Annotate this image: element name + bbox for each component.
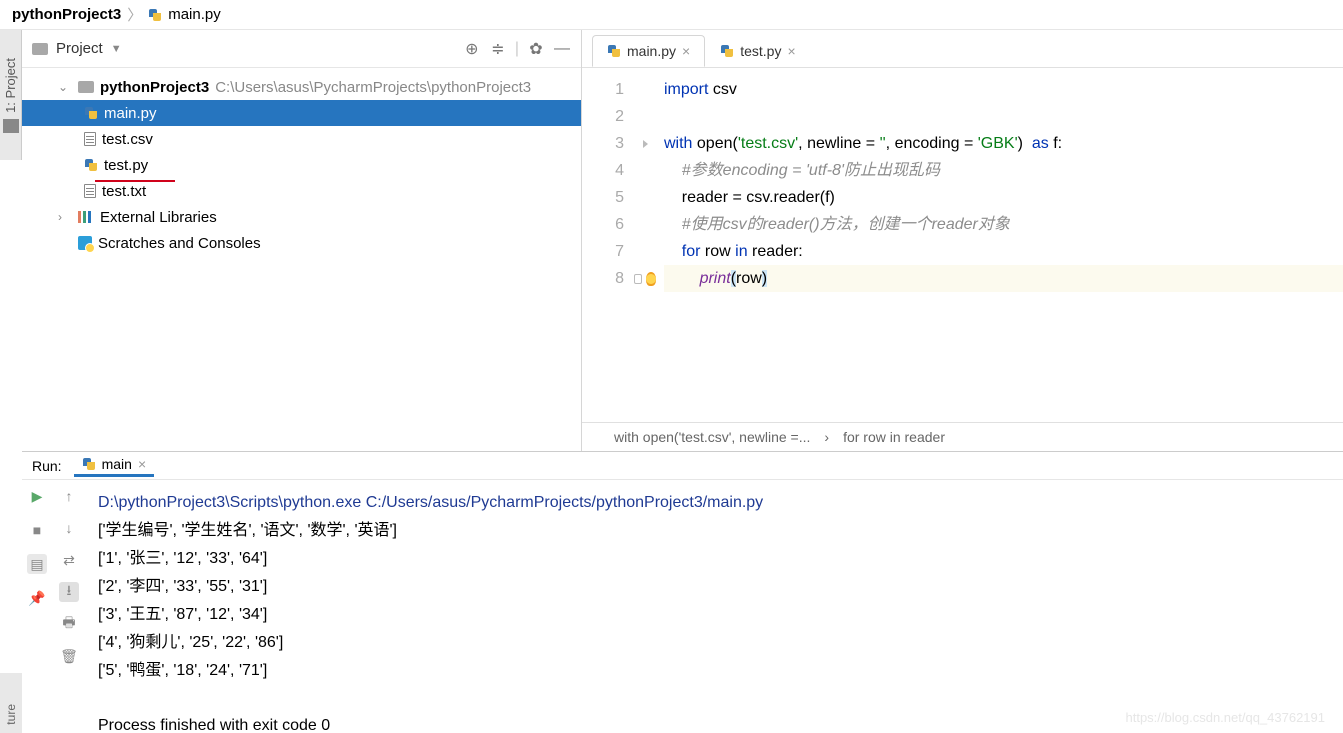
console-line: ['2', '李四', '33', '55', '31'] — [98, 578, 267, 595]
console-line: ['1', '张三', '12', '33', '64'] — [98, 550, 267, 567]
locate-icon[interactable]: ⊕ — [463, 40, 481, 58]
project-root-path: C:\Users\asus\PycharmProjects\pythonProj… — [215, 79, 531, 96]
console-line: ['学生编号', '学生姓名', '语文', '数学', '英语'] — [98, 522, 397, 539]
python-file-icon — [148, 8, 162, 22]
scroll-end-icon[interactable]: ⭳ — [59, 582, 79, 602]
run-side-toolbar-2: ↑ ↓ ⇄ ⭳ 🖶 🗑 — [52, 480, 86, 733]
external-label: External Libraries — [100, 209, 217, 226]
gear-icon[interactable]: ✿ — [527, 40, 545, 58]
close-icon[interactable]: × — [787, 43, 795, 59]
run-panel: Run: main × ▶ ■ ▤ 📌 ↑ ↓ ⇄ ⭳ 🖶 🗑 D:\pytho… — [22, 451, 1343, 733]
python-file-icon — [720, 44, 734, 58]
code-editor[interactable]: 12345678 import csv with open('test.csv'… — [582, 68, 1343, 422]
project-tab-icon — [3, 119, 19, 133]
chevron-right-icon: › — [824, 429, 829, 445]
intention-bulb-icon[interactable] — [646, 272, 656, 286]
watermark: https://blog.csdn.net/qq_43762191 — [1126, 710, 1326, 725]
project-pane: Project ▼ ⊕ ≑ | ✿ — ⌄ pythonProject3 C:\… — [22, 30, 582, 451]
up-arrow-icon[interactable]: ↑ — [59, 486, 79, 506]
text-file-icon — [84, 132, 96, 146]
console-line: ['3', '王五', '87', '12', '34'] — [98, 606, 267, 623]
run-tab-label: main — [102, 456, 132, 472]
chevron-down-icon[interactable]: ⌄ — [58, 80, 72, 94]
breadcrumb-file[interactable]: main.py — [168, 6, 221, 23]
bottom-tab-label: ture — [4, 704, 18, 725]
scratches-consoles[interactable]: › Scratches and Consoles — [22, 230, 581, 256]
crumb-with[interactable]: with open('test.csv', newline =... — [614, 429, 810, 445]
project-root[interactable]: ⌄ pythonProject3 C:\Users\asus\PycharmPr… — [22, 74, 581, 100]
file-main-py[interactable]: main.py — [22, 100, 581, 126]
file-test-py[interactable]: test.py — [22, 152, 581, 178]
file-label: test.py — [104, 157, 148, 174]
file-test-csv[interactable]: test.csv — [22, 126, 581, 152]
scratch-icon — [78, 236, 92, 250]
breadcrumb-project[interactable]: pythonProject3 — [12, 6, 121, 23]
console-line: ['4', '狗剩儿', '25', '22', '86'] — [98, 634, 283, 651]
project-tab-label: 1: Project — [3, 58, 18, 113]
close-icon[interactable]: × — [682, 43, 690, 59]
tab-test-py[interactable]: test.py × — [705, 35, 810, 67]
external-libraries[interactable]: › External Libraries — [22, 204, 581, 230]
python-file-icon — [84, 158, 98, 172]
project-tree: ⌄ pythonProject3 C:\Users\asus\PycharmPr… — [22, 68, 581, 451]
chevron-right-icon: 〉 — [127, 4, 142, 25]
bottom-left-tab[interactable]: ture — [0, 673, 22, 733]
code-content[interactable]: import csv with open('test.csv', newline… — [656, 68, 1343, 422]
project-toolbar: Project ▼ ⊕ ≑ | ✿ — — [22, 30, 581, 68]
stop-icon[interactable]: ■ — [27, 520, 47, 540]
run-label: Run: — [32, 458, 62, 474]
folder-icon — [78, 81, 94, 93]
scratches-label: Scratches and Consoles — [98, 235, 261, 252]
run-tab-main[interactable]: main × — [74, 454, 155, 477]
file-label: main.py — [104, 105, 157, 122]
library-icon — [78, 211, 94, 223]
project-title[interactable]: Project — [56, 40, 103, 57]
collapse-icon[interactable]: ≑ — [489, 40, 507, 58]
print-icon[interactable]: 🖶 — [59, 614, 79, 634]
file-label: test.csv — [102, 131, 153, 148]
annotation-underline — [95, 180, 175, 182]
tab-main-py[interactable]: main.py × — [592, 35, 705, 67]
line-gutter: 12345678 — [582, 68, 634, 422]
breadcrumb: pythonProject3 〉 main.py — [0, 0, 1343, 30]
console-command: D:\pythonProject3\Scripts\python.exe C:/… — [98, 494, 763, 511]
trash-icon[interactable]: 🗑 — [59, 646, 79, 666]
play-icon[interactable]: ▶ — [27, 486, 47, 506]
hide-icon[interactable]: — — [553, 40, 571, 58]
project-tool-tab[interactable]: 1: Project — [0, 30, 22, 160]
close-icon[interactable]: × — [138, 456, 146, 472]
tab-label: test.py — [740, 43, 781, 59]
console-exit: Process finished with exit code 0 — [98, 717, 330, 733]
python-file-icon — [82, 457, 96, 471]
console-output[interactable]: D:\pythonProject3\Scripts\python.exe C:/… — [86, 480, 1343, 733]
wrap-icon[interactable]: ⇄ — [59, 550, 79, 570]
file-label: test.txt — [102, 183, 146, 200]
editor-pane: main.py × test.py × 12345678 import csv … — [582, 30, 1343, 451]
crumb-for[interactable]: for row in reader — [843, 429, 945, 445]
gutter-marks — [634, 68, 656, 422]
python-file-icon — [607, 44, 621, 58]
down-arrow-icon[interactable]: ↓ — [59, 518, 79, 538]
console-line: ['5', '鸭蛋', '18', '24', '71'] — [98, 662, 267, 679]
fold-end-icon[interactable] — [634, 274, 642, 284]
chevron-right-icon[interactable]: › — [58, 210, 72, 224]
folder-icon — [32, 43, 48, 55]
run-side-toolbar: ▶ ■ ▤ 📌 — [22, 480, 52, 733]
tab-label: main.py — [627, 43, 676, 59]
pin-icon[interactable]: 📌 — [27, 588, 47, 608]
python-file-icon — [84, 106, 98, 120]
run-header: Run: main × — [22, 452, 1343, 480]
layout-icon[interactable]: ▤ — [27, 554, 47, 574]
text-file-icon — [84, 184, 96, 198]
project-root-name: pythonProject3 — [100, 79, 209, 96]
code-crumb: with open('test.csv', newline =... › for… — [582, 422, 1343, 451]
fold-icon[interactable] — [643, 140, 648, 148]
chevron-down-icon[interactable]: ▼ — [111, 43, 122, 55]
editor-tabs: main.py × test.py × — [582, 30, 1343, 68]
